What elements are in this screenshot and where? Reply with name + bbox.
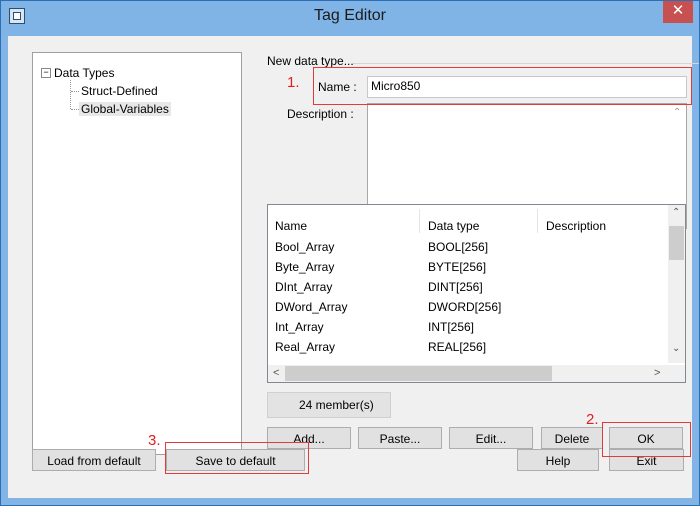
annotation-box-save — [165, 442, 309, 474]
close-icon: ✕ — [671, 2, 685, 19]
help-button[interactable]: Help — [517, 449, 599, 471]
row-type: BYTE[256] — [428, 260, 487, 274]
scroll-up-icon[interactable]: ⌃ — [672, 207, 680, 218]
row-type: DWORD[256] — [428, 300, 502, 314]
member-count-text: 24 member(s) — [299, 398, 374, 412]
member-count: 24 member(s) — [267, 392, 391, 418]
collapse-icon[interactable]: − — [41, 68, 51, 78]
annotation-step-2: 2. — [586, 411, 599, 428]
group-title: New data type... — [267, 54, 354, 68]
tree-item-struct-defined[interactable]: Struct-Defined — [81, 84, 158, 98]
tree-item-global-variables[interactable]: Global-Variables — [79, 102, 171, 116]
list-horizontal-scrollbar[interactable]: < > — [268, 365, 668, 382]
delete-button[interactable]: Delete — [541, 427, 603, 449]
column-header-data-type[interactable]: Data type — [428, 219, 479, 233]
table-row[interactable]: Real_Array REAL[256] — [268, 338, 668, 358]
dialog-client: − Data Types Struct-Defined Global-Varia… — [8, 36, 699, 498]
title-bar: Tag Editor ✕ — [1, 1, 699, 36]
load-from-default-button[interactable]: Load from default — [32, 449, 156, 471]
row-name: Bool_Array — [275, 240, 335, 254]
row-type: REAL[256] — [428, 340, 487, 354]
list-vertical-scrollbar[interactable]: ⌃ ⌄ — [668, 205, 685, 363]
row-name: DWord_Array — [275, 300, 348, 314]
vertical-scroll-thumb[interactable] — [669, 226, 684, 260]
annotation-box-name — [313, 67, 692, 105]
edit-button[interactable]: Edit... — [449, 427, 533, 449]
table-row[interactable]: DWord_Array DWORD[256] — [268, 298, 668, 318]
annotation-step-3: 3. — [148, 432, 161, 449]
column-header-name[interactable]: Name — [275, 219, 307, 233]
table-row[interactable]: DInt_Array DINT[256] — [268, 278, 668, 298]
scroll-down-icon[interactable]: ⌄ — [672, 343, 680, 354]
annotation-box-ok — [602, 422, 691, 457]
column-header-description[interactable]: Description — [546, 219, 606, 233]
table-row[interactable]: Byte_Array BYTE[256] — [268, 258, 668, 278]
annotation-step-1: 1. — [287, 74, 300, 91]
row-type: INT[256] — [428, 320, 475, 334]
row-name: Real_Array — [275, 340, 336, 354]
table-row[interactable]: Bool_Array BOOL[256] — [268, 238, 668, 258]
paste-button[interactable]: Paste... — [358, 427, 442, 449]
tag-editor-window: Tag Editor ✕ − Data Types Struct-Defined… — [0, 0, 700, 506]
scroll-left-icon[interactable]: < — [273, 367, 279, 379]
table-row[interactable]: Int_Array INT[256] — [268, 318, 668, 338]
row-type: DINT[256] — [428, 280, 483, 294]
horizontal-scroll-thumb[interactable] — [285, 366, 552, 381]
row-name: Byte_Array — [275, 260, 335, 274]
description-label: Description : — [287, 107, 354, 121]
scroll-up-icon[interactable]: ⌃ — [673, 107, 681, 118]
members-list[interactable]: Name Data type Description Bool_Array BO… — [267, 204, 686, 383]
close-button[interactable]: ✕ — [663, 1, 693, 23]
row-name: DInt_Array — [275, 280, 333, 294]
window-title: Tag Editor — [313, 7, 387, 24]
tree-item-data-types[interactable]: Data Types — [54, 66, 114, 80]
row-type: BOOL[256] — [428, 240, 489, 254]
row-name: Int_Array — [275, 320, 324, 334]
scroll-right-icon[interactable]: > — [654, 367, 660, 379]
data-types-tree[interactable]: − Data Types Struct-Defined Global-Varia… — [32, 52, 242, 455]
